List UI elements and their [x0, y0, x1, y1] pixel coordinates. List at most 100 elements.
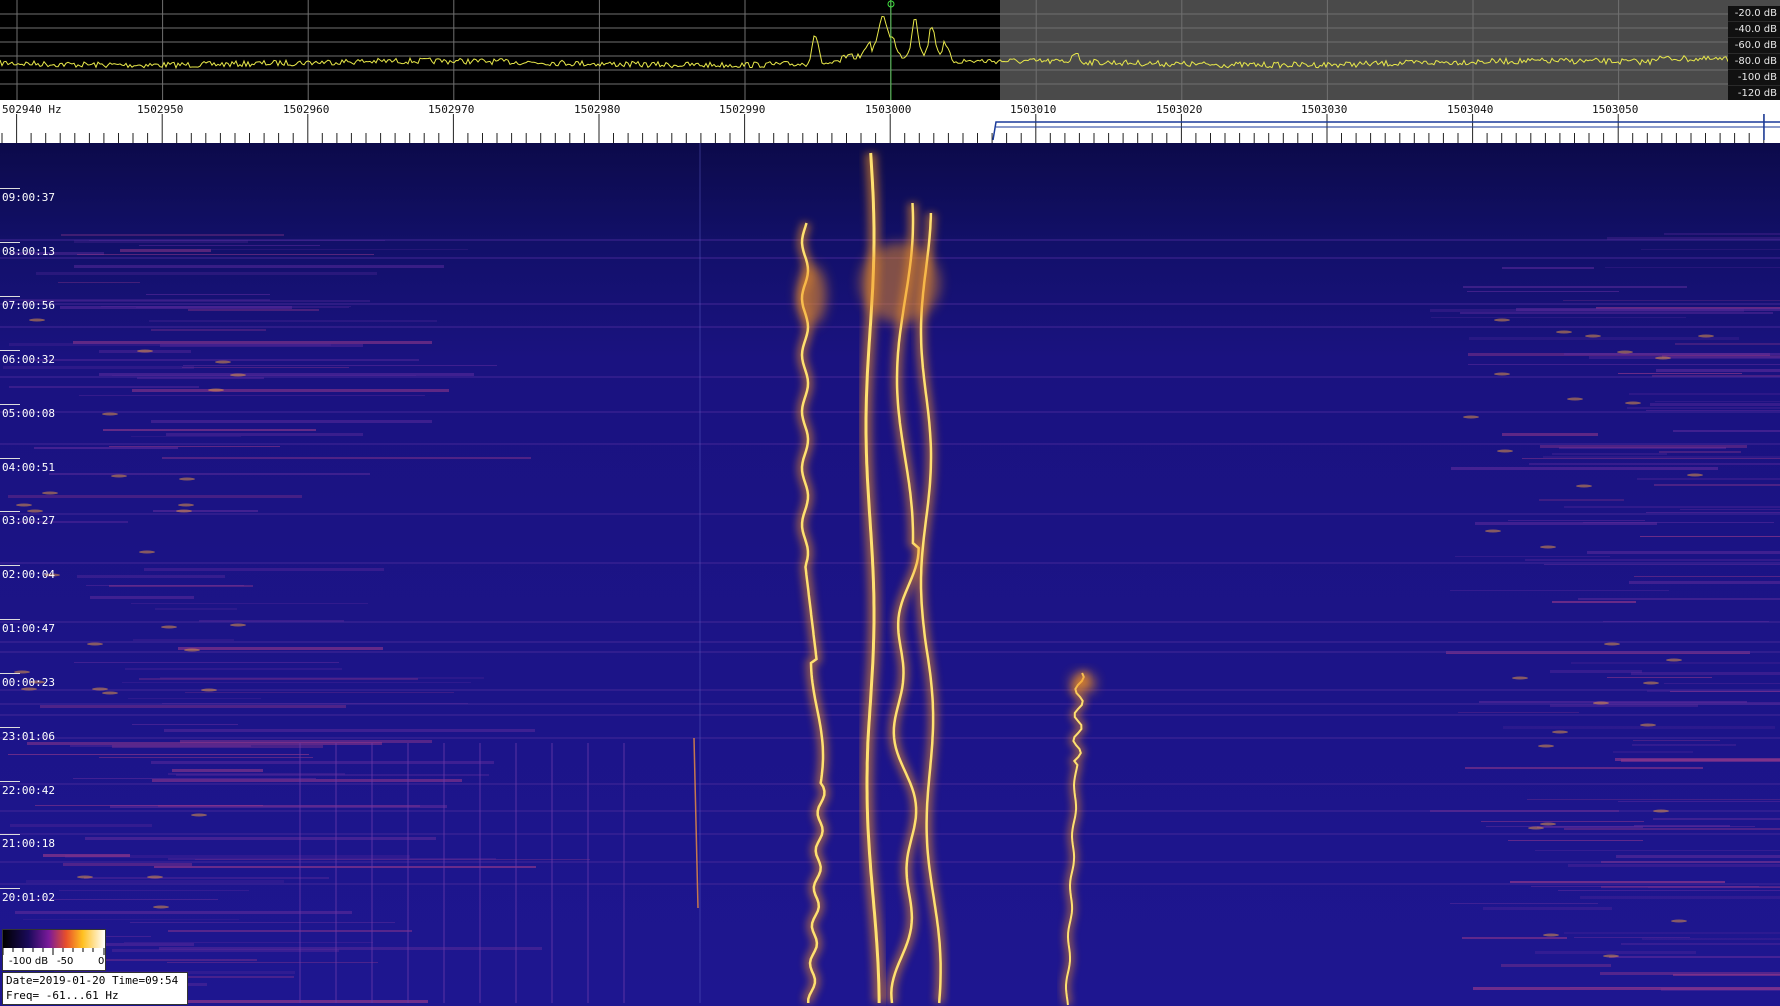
noise-spot	[1540, 545, 1556, 549]
colorbar-label: 0	[98, 956, 105, 967]
noise-spot	[1653, 809, 1669, 813]
noise-band	[1664, 683, 1780, 684]
noise-band	[1634, 576, 1780, 577]
noise-band	[74, 662, 339, 663]
noise-spot	[1497, 449, 1513, 453]
noise-band	[1578, 598, 1780, 600]
noise-band	[1539, 499, 1624, 501]
signal-burst	[798, 265, 826, 325]
time-label: 05:00:08	[2, 407, 55, 420]
noise-band	[1655, 401, 1780, 402]
noise-band	[136, 307, 349, 308]
spectrum-plot[interactable]	[0, 0, 1780, 100]
noise-band	[1650, 403, 1780, 406]
noise-band	[122, 682, 471, 683]
noise-band	[1431, 317, 1686, 318]
noise-band	[178, 647, 383, 650]
noise-spot	[16, 503, 32, 507]
noise-spot	[1593, 701, 1609, 705]
noise-band	[1574, 937, 1690, 938]
noise-spot	[1617, 350, 1633, 354]
noise-band	[0, 621, 1780, 623]
noise-spot	[1687, 473, 1703, 477]
noise-band	[59, 890, 249, 891]
noise-spot	[230, 373, 246, 377]
noise-band	[1664, 233, 1780, 235]
noise-spot	[29, 318, 45, 322]
noise-band	[1680, 509, 1780, 510]
noise-band	[15, 911, 352, 914]
time-label: 03:00:27	[2, 514, 55, 527]
db-label: -60.0 dB	[1728, 38, 1780, 54]
noise-spot	[208, 388, 224, 392]
noise-band	[1675, 343, 1780, 345]
noise-band	[1653, 818, 1780, 820]
noise-band	[112, 745, 323, 748]
noise-band	[151, 420, 432, 423]
noise-band	[0, 714, 1780, 716]
noise-band	[0, 689, 1780, 691]
noise-band	[1527, 799, 1780, 800]
noise-band	[1451, 467, 1718, 470]
colorbar-label: -50	[57, 956, 74, 967]
frequency-label: 1502980	[574, 103, 621, 116]
frequency-range-text: Freq= -61...61 Hz	[6, 989, 119, 1002]
noise-band	[1621, 759, 1780, 762]
noise-band	[63, 863, 192, 866]
frequency-label: 1502950	[137, 103, 184, 116]
noise-band	[0, 883, 1780, 885]
noise-band	[139, 245, 320, 246]
spectrum-panel[interactable]: -20.0 dB -40.0 dB -60.0 dB -80.0 dB -100…	[0, 0, 1780, 100]
noise-band	[10, 824, 152, 827]
noise-band	[1564, 828, 1780, 830]
noise-band	[1629, 581, 1780, 584]
noise-spot	[1567, 397, 1583, 401]
noise-band	[132, 389, 449, 392]
db-label: -40.0 dB	[1728, 22, 1780, 38]
time-label: 08:00:13	[2, 245, 55, 258]
db-label: -100 dB	[1728, 70, 1780, 86]
waterfall-spectrogram[interactable]: 09:00:37 08:00:13 07:00:56 06:00:32 05:0…	[0, 143, 1780, 1006]
noise-spot	[1640, 723, 1656, 727]
noise-band	[1552, 601, 1636, 603]
noise-spot	[1655, 356, 1671, 360]
noise-band	[1510, 881, 1725, 883]
noise-band	[61, 234, 284, 236]
noise-band	[1450, 903, 1598, 904]
noise-band	[1601, 886, 1780, 888]
noise-band	[1558, 890, 1780, 891]
noise-band	[1659, 451, 1741, 453]
noise-band	[1632, 744, 1736, 746]
time-tick	[0, 565, 20, 566]
noise-band	[131, 603, 368, 604]
noise-band	[0, 861, 1780, 863]
time-label: 01:00:47	[2, 622, 55, 635]
noise-band	[1568, 864, 1780, 867]
noise-band	[0, 239, 1780, 241]
frequency-axis[interactable]: 502940 Hz 1502950 1502960 1502970 150298…	[0, 100, 1780, 143]
noise-band	[112, 375, 416, 376]
frequency-label: 1503010	[1010, 103, 1057, 116]
time-tick	[0, 888, 20, 889]
noise-band	[1613, 751, 1693, 753]
noise-band	[182, 367, 349, 368]
frequency-label: 1502990	[719, 103, 766, 116]
noise-band	[8, 754, 309, 755]
noise-band	[0, 376, 1780, 378]
noise-spot	[102, 412, 118, 416]
noise-band	[1540, 445, 1747, 448]
noise-band	[1627, 407, 1780, 409]
time-tick	[0, 781, 20, 782]
noise-band	[1605, 267, 1780, 268]
noise-spot	[1666, 658, 1682, 662]
noise-band	[1502, 267, 1594, 269]
frequency-label: 1502970	[428, 103, 475, 116]
noise-spot	[1528, 826, 1544, 830]
noise-band	[36, 272, 377, 275]
colorbar-legend: -100 dB -50 0	[2, 929, 106, 971]
noise-spot	[137, 349, 153, 353]
info-box: Date=2019-01-20 Time=09:54 Freq= -61...6…	[2, 972, 188, 1005]
noise-band	[1535, 951, 1696, 954]
noise-band	[1483, 907, 1612, 910]
noise-band	[144, 568, 384, 571]
